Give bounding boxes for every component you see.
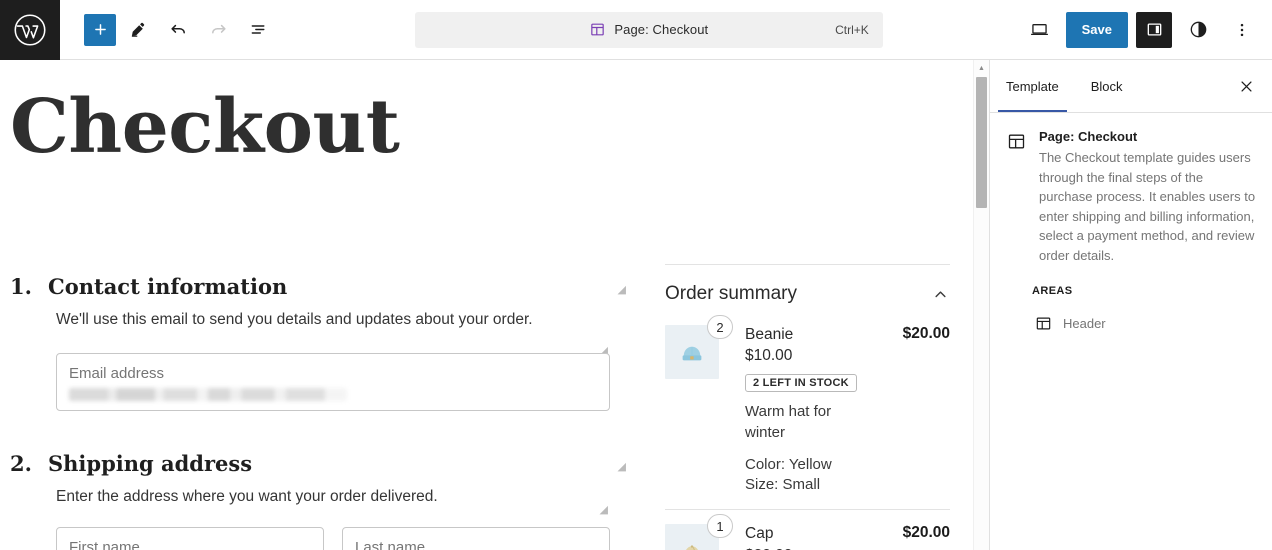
list-view-icon [248, 19, 269, 40]
first-name-field[interactable]: First name [56, 527, 324, 550]
line-item-thumb-wrap: 1 [665, 524, 719, 550]
last-name-placeholder: Last name [355, 538, 597, 550]
stock-badge: 2 LEFT IN STOCK [745, 374, 857, 392]
scroll-up-arrow-icon[interactable]: ▲ [974, 60, 989, 76]
more-options-button[interactable] [1224, 12, 1260, 48]
more-options-icon [1232, 20, 1252, 40]
redo-button[interactable] [200, 12, 236, 48]
step-description: We'll use this email to send you details… [56, 309, 556, 331]
wordpress-logo-button[interactable] [0, 0, 60, 60]
chevron-up-icon[interactable] [931, 285, 950, 304]
name-fields-row: First name Last name [56, 527, 610, 550]
area-item-label: Header [1063, 316, 1106, 331]
block-resize-handle[interactable]: ◢ [618, 461, 626, 472]
line-item-total: $20.00 [903, 325, 950, 343]
command-bar-shortcut: Ctrl+K [835, 23, 869, 37]
close-sidebar-button[interactable] [1228, 68, 1264, 104]
template-info-card: Page: Checkout The Checkout template gui… [1006, 129, 1256, 265]
step-heading: 2. Shipping address ◢ [10, 433, 610, 486]
line-item-details: Cap $20.00 $20.00 [731, 524, 950, 550]
edit-mode-button[interactable] [120, 12, 156, 48]
step-number: 2. [10, 451, 36, 476]
template-description: The Checkout template guides users throu… [1039, 148, 1256, 265]
canvas-content: Checkout 1. Contact information ◢ We'll … [0, 60, 973, 550]
area-item-header[interactable]: Header [1032, 307, 1256, 339]
line-item-thumb-wrap: 2 [665, 325, 719, 495]
order-summary-column: Order summary [665, 264, 950, 550]
order-line-item: 1 Cap $20.00 $20.00 [665, 510, 950, 550]
sidebar-tabs: Template Block [990, 60, 1272, 113]
desktop-preview-icon [1029, 19, 1050, 40]
editor-canvas: Checkout 1. Contact information ◢ We'll … [0, 60, 988, 550]
line-item-quantity: 1 [707, 514, 733, 538]
block-resize-handle[interactable]: ◢ [600, 505, 608, 516]
checkout-step-shipping-address: 2. Shipping address ◢ Enter the address … [10, 433, 610, 550]
header-template-part-icon [1034, 314, 1053, 333]
edit-pencil-icon [128, 19, 149, 40]
styles-button[interactable] [1180, 12, 1216, 48]
email-field-redacted-value [69, 388, 347, 401]
scrollbar-thumb[interactable] [976, 77, 987, 208]
wordpress-icon [13, 13, 47, 47]
toolbar-right-tools: Save [1022, 12, 1272, 48]
line-item-variant: Color: Yellow [745, 455, 950, 475]
canvas-scrollbar[interactable]: ▲ [973, 60, 989, 550]
step-body: We'll use this email to send you details… [10, 309, 610, 411]
first-name-placeholder: First name [69, 538, 311, 550]
styles-contrast-icon [1188, 19, 1209, 40]
email-field-placeholder: Email address [69, 364, 597, 384]
step-number: 1. [10, 274, 36, 299]
template-icon [1006, 129, 1027, 265]
settings-sidebar-icon [1145, 20, 1164, 39]
editor-toolbar: Page: Checkout Ctrl+K Save [0, 0, 1272, 60]
block-resize-handle[interactable]: ◢ [618, 284, 626, 295]
step-title-text: Contact information [48, 274, 287, 299]
line-item-name: Beanie [745, 325, 793, 344]
preview-view-button[interactable] [1022, 12, 1058, 48]
line-item-quantity: 2 [707, 315, 733, 339]
step-description: Enter the address where you want your or… [56, 486, 556, 508]
add-block-button[interactable] [84, 14, 116, 46]
line-item-unit-price: $10.00 [745, 347, 950, 365]
areas-label: AREAS [1032, 285, 1256, 297]
template-title: Page: Checkout [1039, 129, 1256, 144]
step-heading: 1. Contact information ◢ [10, 256, 610, 309]
line-item-total: $20.00 [903, 524, 950, 542]
checkout-step-contact-information: 1. Contact information ◢ We'll use this … [10, 256, 610, 411]
template-icon [589, 21, 606, 38]
last-name-field[interactable]: Last name [342, 527, 610, 550]
line-item-description: Warm hat for winter [745, 402, 865, 443]
order-line-item: 2 Beanie $20.00 $10.00 2 LEFT IN STOCK W… [665, 317, 950, 510]
order-summary-header[interactable]: Order summary [665, 283, 950, 317]
settings-sidebar: Template Block Page: Che [989, 60, 1272, 550]
areas-section: AREAS Header [1006, 285, 1256, 339]
toolbar-center: Page: Checkout Ctrl+K [276, 12, 1022, 48]
step-title-text: Shipping address [48, 451, 252, 476]
sidebar-body: Page: Checkout The Checkout template gui… [990, 113, 1272, 339]
redo-icon [208, 19, 229, 40]
undo-icon [168, 19, 189, 40]
email-field[interactable]: Email address [56, 353, 610, 411]
document-overview-button[interactable] [240, 12, 276, 48]
tab-block[interactable]: Block [1075, 60, 1139, 112]
line-item-details: Beanie $20.00 $10.00 2 LEFT IN STOCK War… [731, 325, 950, 495]
page-title: Checkout [0, 60, 973, 164]
template-info-text: Page: Checkout The Checkout template gui… [1039, 129, 1256, 265]
line-item-variant: Size: Small [745, 475, 950, 495]
save-button[interactable]: Save [1066, 12, 1128, 48]
settings-sidebar-toggle[interactable] [1136, 12, 1172, 48]
close-icon [1237, 77, 1256, 96]
step-body: Enter the address where you want your or… [10, 486, 610, 550]
tab-template[interactable]: Template [990, 60, 1075, 112]
order-summary-title: Order summary [665, 283, 797, 305]
undo-button[interactable] [160, 12, 196, 48]
wordpress-site-editor: Page: Checkout Ctrl+K Save [0, 0, 1272, 550]
toolbar-left-tools [60, 12, 276, 48]
command-bar-button[interactable]: Page: Checkout Ctrl+K [415, 12, 883, 48]
checkout-form-column: 1. Contact information ◢ We'll use this … [10, 256, 610, 550]
line-item-name: Cap [745, 524, 773, 543]
command-bar-label: Page: Checkout [614, 22, 708, 37]
line-item-variants: Color: Yellow Size: Small [745, 455, 950, 496]
